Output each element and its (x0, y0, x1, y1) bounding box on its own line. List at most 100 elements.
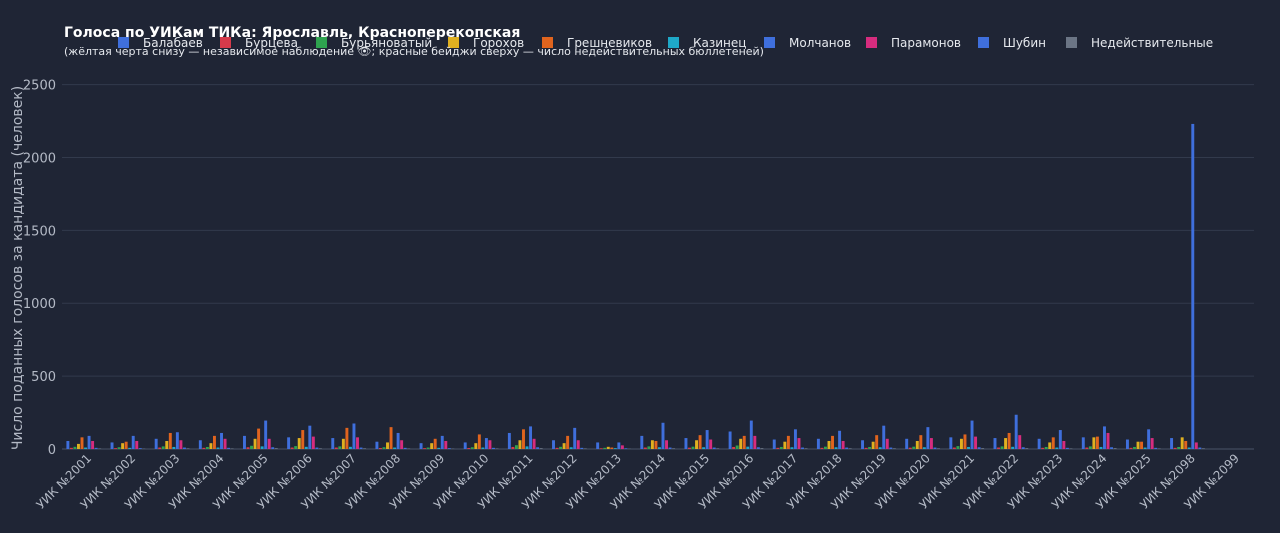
bar[interactable] (1106, 432, 1110, 449)
bar[interactable] (94, 447, 98, 449)
bar[interactable] (154, 438, 158, 449)
bar[interactable] (1113, 448, 1117, 449)
bar[interactable] (963, 434, 967, 449)
bar[interactable] (1065, 447, 1069, 449)
bar[interactable] (1133, 446, 1136, 449)
bar[interactable] (220, 432, 223, 449)
bar[interactable] (716, 448, 720, 449)
bar[interactable] (378, 447, 382, 449)
bar[interactable] (1004, 438, 1008, 449)
bar[interactable] (732, 446, 736, 449)
bar[interactable] (426, 447, 430, 449)
bar[interactable] (308, 425, 312, 449)
bar[interactable] (250, 445, 254, 449)
bar[interactable] (922, 447, 926, 449)
bar[interactable] (997, 447, 1000, 449)
bar[interactable] (264, 420, 268, 449)
bar[interactable] (1099, 446, 1103, 449)
bar[interactable] (529, 426, 533, 449)
bar[interactable] (650, 440, 654, 449)
bar[interactable] (243, 435, 246, 449)
bar[interactable] (179, 440, 183, 449)
bar[interactable] (790, 447, 794, 449)
bar[interactable] (393, 447, 397, 449)
bar[interactable] (559, 446, 563, 449)
bar[interactable] (440, 435, 444, 449)
bar[interactable] (536, 447, 540, 449)
bar[interactable] (661, 422, 665, 449)
bar[interactable] (905, 438, 909, 449)
bar[interactable] (430, 443, 434, 449)
bar[interactable] (359, 447, 363, 449)
bar[interactable] (1177, 446, 1181, 449)
bar[interactable] (382, 447, 386, 449)
legend-item[interactable]: Молчанов (764, 36, 851, 50)
bar[interactable] (967, 446, 970, 449)
bar[interactable] (885, 438, 889, 449)
bar[interactable] (334, 447, 338, 449)
bar[interactable] (1085, 447, 1089, 449)
bar[interactable] (691, 446, 695, 449)
bar[interactable] (198, 440, 202, 449)
bar[interactable] (488, 440, 492, 449)
bar[interactable] (576, 440, 580, 449)
bar[interactable] (403, 447, 407, 449)
bar[interactable] (294, 446, 298, 449)
bar[interactable] (1062, 440, 1066, 449)
bar[interactable] (735, 445, 739, 449)
bar[interactable] (797, 438, 801, 449)
bar[interactable] (223, 438, 227, 449)
bar[interactable] (698, 435, 702, 449)
bar[interactable] (341, 438, 345, 449)
bar[interactable] (345, 427, 349, 449)
bar[interactable] (868, 446, 872, 449)
bar[interactable] (73, 446, 77, 449)
bar[interactable] (1044, 446, 1048, 449)
bar[interactable] (318, 448, 322, 449)
bar[interactable] (981, 448, 985, 449)
bar[interactable] (712, 447, 716, 449)
bar[interactable] (728, 431, 732, 449)
bar[interactable] (246, 447, 250, 449)
bar[interactable] (1041, 447, 1045, 449)
bar[interactable] (1201, 448, 1205, 449)
bar[interactable] (864, 447, 868, 449)
bar[interactable] (1154, 447, 1158, 449)
bar[interactable] (820, 447, 824, 449)
bar[interactable] (793, 429, 797, 449)
bar[interactable] (470, 447, 474, 449)
bar[interactable] (772, 439, 776, 449)
bar[interactable] (182, 447, 186, 449)
bar[interactable] (823, 446, 827, 449)
bar[interactable] (363, 448, 367, 449)
bar[interactable] (124, 441, 128, 449)
bar[interactable] (596, 442, 600, 449)
bar[interactable] (121, 443, 125, 449)
bar[interactable] (290, 447, 294, 449)
bar[interactable] (158, 447, 162, 449)
bar[interactable] (304, 446, 308, 449)
bar[interactable] (562, 443, 566, 449)
bar[interactable] (389, 427, 393, 449)
bar[interactable] (484, 438, 488, 449)
bar[interactable] (1092, 437, 1096, 449)
bar[interactable] (110, 442, 114, 449)
bar[interactable] (205, 446, 209, 449)
bar[interactable] (165, 440, 169, 449)
bar[interactable] (271, 447, 275, 449)
bar[interactable] (477, 434, 481, 449)
bar[interactable] (926, 427, 930, 449)
bar[interactable] (1021, 447, 1025, 449)
bar[interactable] (776, 447, 780, 449)
bar[interactable] (1025, 448, 1029, 449)
bar[interactable] (831, 435, 834, 449)
bar[interactable] (175, 432, 179, 449)
bar[interactable] (1173, 447, 1177, 449)
bar[interactable] (267, 438, 271, 449)
bar[interactable] (539, 448, 543, 449)
bar[interactable] (297, 438, 301, 449)
bar[interactable] (1157, 448, 1161, 449)
bar[interactable] (356, 437, 359, 449)
bar[interactable] (1129, 447, 1133, 449)
bar[interactable] (861, 440, 865, 449)
